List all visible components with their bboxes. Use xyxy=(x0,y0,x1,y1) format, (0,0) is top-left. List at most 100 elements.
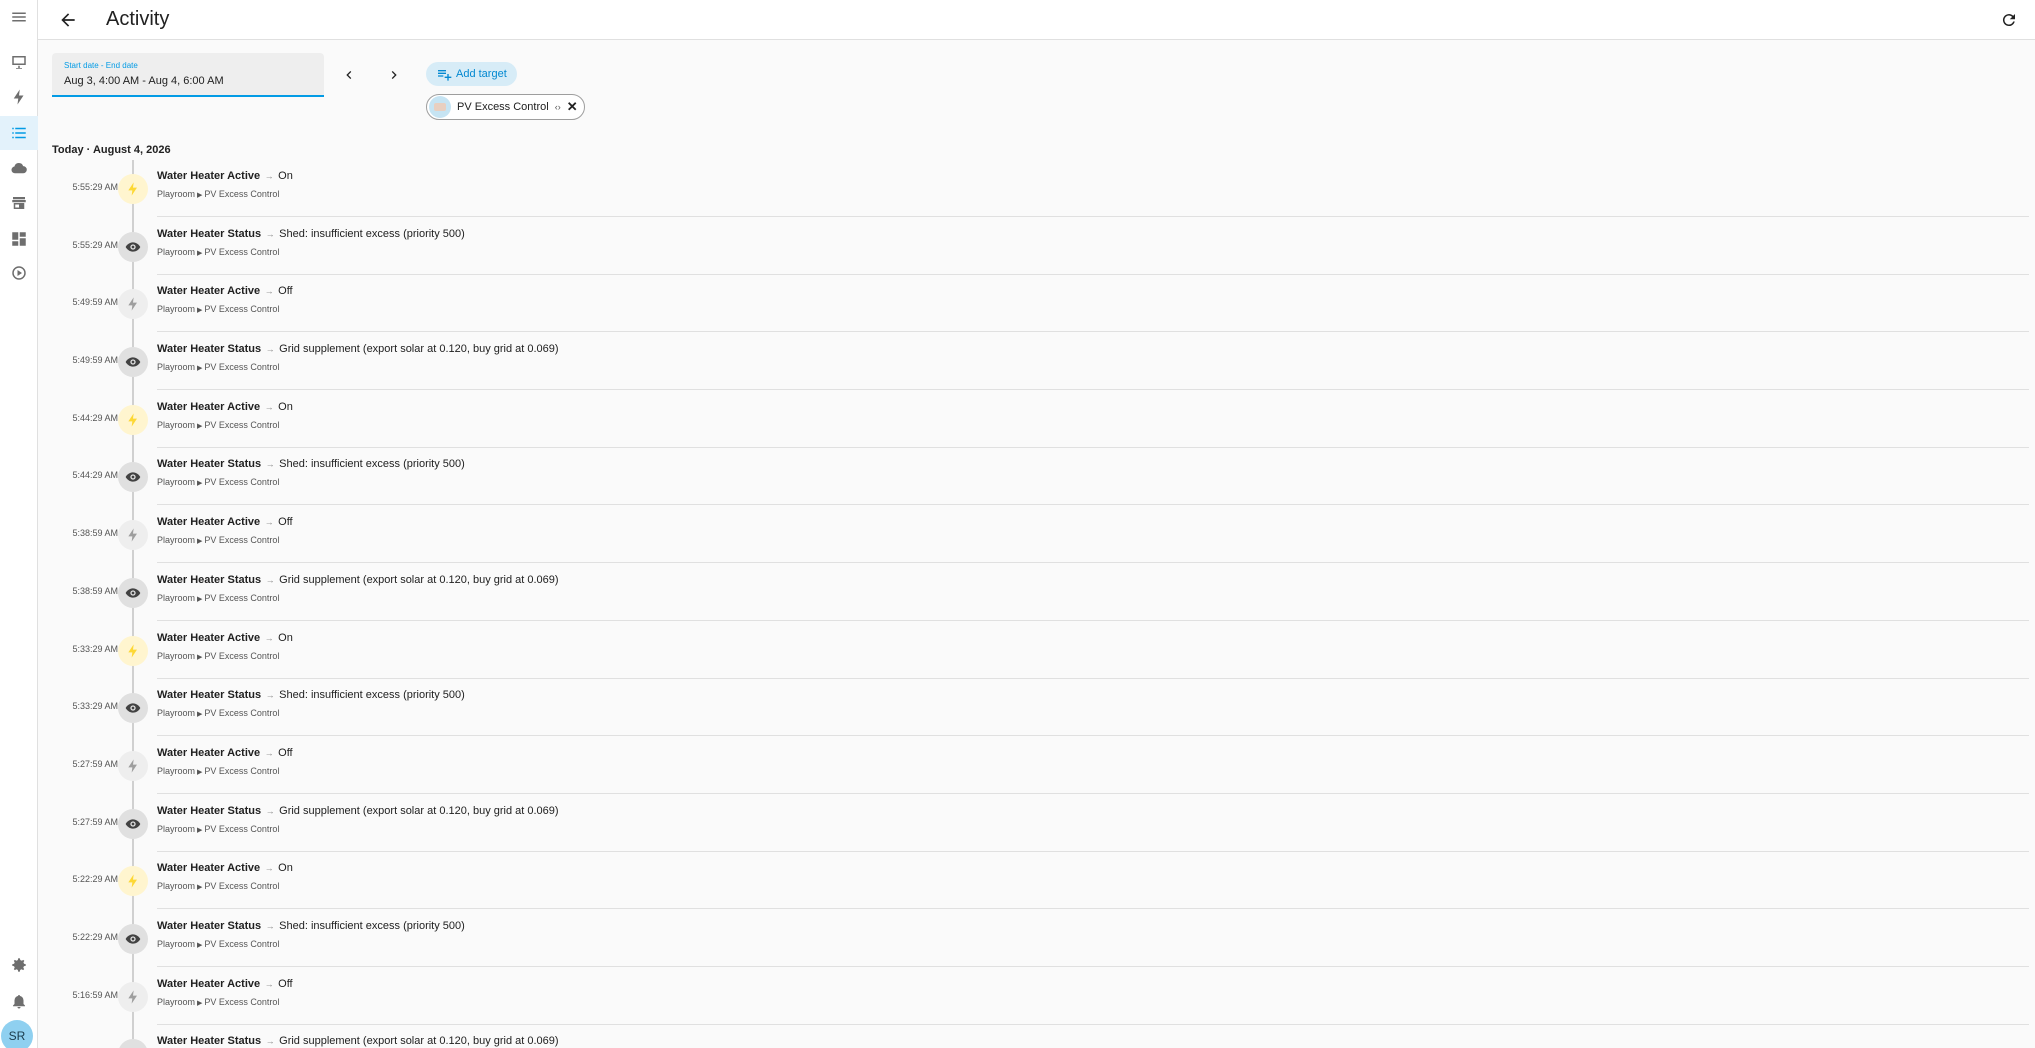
area-name[interactable]: Playroom xyxy=(157,881,195,891)
entity-name[interactable]: Water Heater Status xyxy=(157,228,261,240)
eye-icon xyxy=(125,242,141,252)
device-name[interactable]: PV Excess Control xyxy=(204,651,279,661)
refresh-button[interactable] xyxy=(1995,6,2023,34)
list-item[interactable]: 5:22:29 AM Water Heater Status → Shed: in… xyxy=(52,909,2029,968)
list-item[interactable]: 5:38:59 AM Water Heater Active → Off Playr… xyxy=(52,506,2029,564)
entity-name[interactable]: Water Heater Active xyxy=(157,632,260,644)
area-name[interactable]: Playroom xyxy=(157,362,195,372)
chevron-left-icon xyxy=(346,71,352,79)
entity-name[interactable]: Water Heater Active xyxy=(157,862,260,874)
list-item[interactable]: 5:38:59 AM Water Heater Status → Grid sup… xyxy=(52,563,2029,622)
caret-right-icon: ▶ xyxy=(197,884,203,892)
area-name[interactable]: Playroom xyxy=(157,189,195,199)
entity-name[interactable]: Water Heater Active xyxy=(157,978,260,990)
list-item[interactable]: 5:49:59 AM Water Heater Active → Off Playr… xyxy=(52,275,2029,334)
device-name[interactable]: PV Excess Control xyxy=(204,304,279,314)
device-name[interactable]: PV Excess Control xyxy=(204,247,279,257)
entity-name[interactable]: Water Heater Status xyxy=(157,805,261,817)
entry-body: Water Heater Status → Grid supplement (e… xyxy=(157,573,2029,605)
entity-name[interactable]: Water Heater Active xyxy=(157,401,260,413)
entry-context: Playroom ▶ PV Excess Control xyxy=(157,477,2029,489)
add-target-button[interactable]: Add target xyxy=(426,62,517,86)
sidebar-item-notifications[interactable] xyxy=(0,984,38,1018)
device-name[interactable]: PV Excess Control xyxy=(204,939,279,949)
list-item[interactable]: 5:55:29 AM Water Heater Active → On Playro… xyxy=(52,160,2029,218)
day-heading: Today · August 4, 2026 xyxy=(52,144,171,156)
device-name[interactable]: PV Excess Control xyxy=(204,420,279,430)
entity-name[interactable]: Water Heater Status xyxy=(157,343,261,355)
list-item[interactable]: 5:22:29 AM Water Heater Active → On Playro… xyxy=(52,852,2029,910)
sidebar-item-store[interactable] xyxy=(0,186,38,220)
list-item[interactable]: 5:55:29 AM Water Heater Status → Shed: in… xyxy=(52,217,2029,276)
device-name[interactable]: PV Excess Control xyxy=(204,189,279,199)
device-name[interactable]: PV Excess Control xyxy=(204,535,279,545)
flash-icon xyxy=(128,989,137,1004)
sidebar-item-weather[interactable] xyxy=(0,151,38,185)
list-item[interactable]: 5:44:29 AM Water Heater Status → Shed: in… xyxy=(52,448,2029,507)
entity-state: Shed: insufficient excess (priority 500) xyxy=(279,227,465,240)
avatar[interactable]: SR xyxy=(1,1020,33,1048)
target-chip[interactable]: PV Excess Control ‹› ✕ xyxy=(426,94,585,120)
entry-icon xyxy=(118,808,148,839)
list-item[interactable]: 5:33:29 AM Water Heater Status → Shed: in… xyxy=(52,679,2029,737)
area-name[interactable]: Playroom xyxy=(157,304,195,314)
sidebar-item-map[interactable] xyxy=(0,45,38,79)
arrow-right-icon: → xyxy=(263,574,278,585)
list-item[interactable]: 5:27:59 AM Water Heater Active → Off Playr… xyxy=(52,736,2029,795)
entity-name[interactable]: Water Heater Active xyxy=(157,516,260,528)
entity-name[interactable]: Water Heater Active xyxy=(157,747,260,759)
sidebar-item-logbook[interactable] xyxy=(0,116,38,150)
entity-name[interactable]: Water Heater Status xyxy=(157,920,261,932)
previous-range-button[interactable] xyxy=(337,63,361,87)
device-name[interactable]: PV Excess Control xyxy=(204,593,279,603)
list-item[interactable]: 5:27:59 AM Water Heater Status → Grid sup… xyxy=(52,794,2029,853)
next-range-button[interactable] xyxy=(382,63,406,87)
device-name[interactable]: PV Excess Control xyxy=(204,997,279,1007)
entity-name[interactable]: Water Heater Active xyxy=(157,285,260,297)
device-name[interactable]: PV Excess Control xyxy=(204,881,279,891)
device-name[interactable]: PV Excess Control xyxy=(204,824,279,834)
area-name[interactable]: Playroom xyxy=(157,477,195,487)
area-name[interactable]: Playroom xyxy=(157,766,195,776)
date-range-picker[interactable]: Start date - End date Aug 3, 4:00 AM - A… xyxy=(52,53,324,97)
entity-name[interactable]: Water Heater Status xyxy=(157,458,261,470)
list-item[interactable]: 5:33:29 AM Water Heater Active → On Playro… xyxy=(52,621,2029,680)
sidebar-item-settings[interactable] xyxy=(0,948,38,982)
device-name[interactable]: PV Excess Control xyxy=(204,477,279,487)
area-name[interactable]: Playroom xyxy=(157,535,195,545)
entity-name[interactable]: Water Heater Status xyxy=(157,689,261,701)
entity-state: Off xyxy=(278,746,293,759)
entity-name[interactable]: Water Heater Active xyxy=(157,170,260,182)
list-item[interactable]: 5:49:59 AM Water Heater Status → Grid sup… xyxy=(52,333,2029,391)
device-name[interactable]: PV Excess Control xyxy=(204,362,279,372)
area-name[interactable]: Playroom xyxy=(157,824,195,834)
close-icon[interactable]: ✕ xyxy=(567,99,578,115)
entity-name[interactable]: Water Heater Status xyxy=(157,1035,261,1047)
device-name[interactable]: PV Excess Control xyxy=(204,708,279,718)
menu-button[interactable] xyxy=(0,0,38,34)
entry-title: Water Heater Status → Grid supplement (e… xyxy=(157,573,2029,587)
area-name[interactable]: Playroom xyxy=(157,420,195,430)
back-button[interactable] xyxy=(38,0,98,40)
sidebar-item-media[interactable] xyxy=(0,256,38,290)
list-item[interactable]: 5:44:29 AM Water Heater Active → On Playro… xyxy=(52,390,2029,449)
area-name[interactable]: Playroom xyxy=(157,247,195,257)
area-name[interactable]: Playroom xyxy=(157,651,195,661)
entry-body: Water Heater Active → On Playroom ▶ PV Exce… xyxy=(157,169,2029,201)
expand-icon[interactable]: ‹› xyxy=(555,102,561,112)
list-item[interactable]: Water Heater Status → Grid supplement (e… xyxy=(52,1025,2029,1048)
entry-title: Water Heater Status → Shed: insufficient… xyxy=(157,688,2029,702)
device-name[interactable]: PV Excess Control xyxy=(204,766,279,776)
entry-context: Playroom ▶ PV Excess Control xyxy=(157,881,2029,893)
entity-state: Off xyxy=(278,516,293,529)
area-name[interactable]: Playroom xyxy=(157,997,195,1007)
entry-title: Water Heater Status → Shed: insufficient… xyxy=(157,457,2029,471)
entity-name[interactable]: Water Heater Status xyxy=(157,574,261,586)
sidebar-item-energy[interactable] xyxy=(0,80,38,114)
store-icon xyxy=(12,197,26,209)
list-item[interactable]: 5:16:59 AM Water Heater Active → Off Playr… xyxy=(52,967,2029,1026)
area-name[interactable]: Playroom xyxy=(157,939,195,949)
area-name[interactable]: Playroom xyxy=(157,593,195,603)
sidebar-item-dashboard[interactable] xyxy=(0,222,38,256)
area-name[interactable]: Playroom xyxy=(157,708,195,718)
